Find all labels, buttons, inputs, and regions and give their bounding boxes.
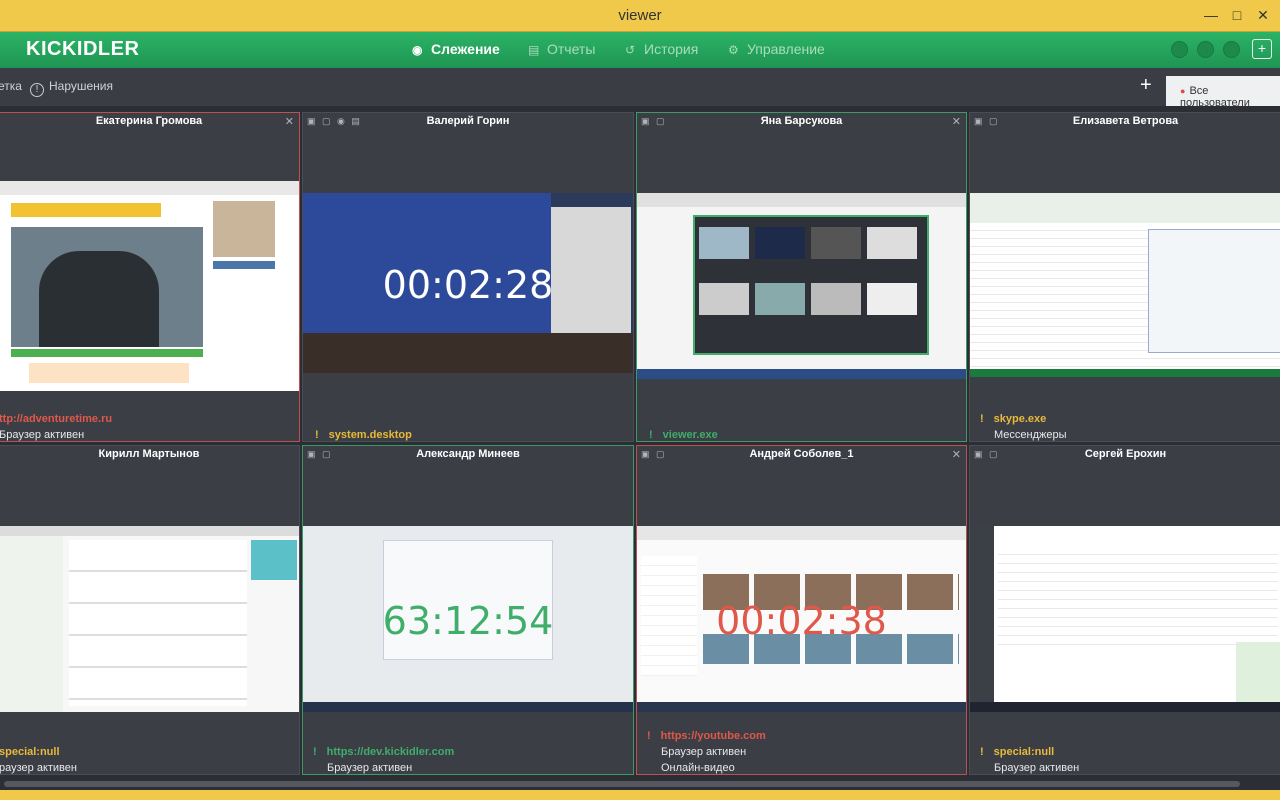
- maximize-button[interactable]: □: [1226, 4, 1248, 26]
- idle-timer: 00:02:28: [382, 263, 554, 307]
- violations-filter[interactable]: ! Нарушения: [30, 79, 113, 97]
- user-name: Валерий Горин: [426, 115, 510, 127]
- close-window-button[interactable]: ✕: [1252, 4, 1274, 26]
- user-tile[interactable]: Екатерина Громова ✕ ttp://adventuretime.…: [0, 112, 300, 442]
- screenshot[interactable]: 00:02:28: [303, 193, 633, 373]
- activity-category: Онлайн-видео: [661, 762, 735, 774]
- activity-category: Браузер активен: [994, 762, 1080, 774]
- status-indicator-3: [1223, 41, 1240, 58]
- user-name: Сергей Ерохин: [1084, 448, 1167, 460]
- screenshot[interactable]: [637, 193, 966, 379]
- user-tile[interactable]: ▣ ▢ Андрей Соболев_1 ✕ 00:02:38 ! https:/…: [636, 445, 967, 775]
- toolbar: етка ! Нарушения +: [0, 68, 1280, 106]
- close-icon[interactable]: ✕: [285, 115, 294, 128]
- active-app-text: special:null: [993, 746, 1055, 758]
- user-name: Яна Барсукова: [760, 115, 843, 127]
- user-name: Кирилл Мартынов: [98, 448, 200, 460]
- screenshot[interactable]: 63:12:54: [303, 526, 633, 712]
- users-filter-button[interactable]: ● Все пользователи: [1166, 76, 1280, 109]
- screenshot[interactable]: [970, 526, 1280, 712]
- user-tile[interactable]: ▣ ▢ Александр Минеев 63:12:54 ! https://d…: [302, 445, 634, 775]
- add-button[interactable]: +: [1140, 74, 1152, 97]
- activity-category: Браузер активен: [0, 429, 85, 441]
- minimize-button[interactable]: —: [1200, 4, 1222, 26]
- browser-status: Браузер активен: [661, 746, 747, 758]
- user-tile[interactable]: ▣ ▢ Яна Барсукова ✕ ! viewer.exe: [636, 112, 967, 442]
- active-app-text: system.desktop: [328, 429, 412, 441]
- tab-management-label: Управление: [747, 41, 825, 57]
- red-dot-icon: ●: [1180, 86, 1186, 96]
- tab-monitoring[interactable]: ◉ Слежение: [412, 41, 500, 57]
- active-app-text: skype.exe: [993, 413, 1047, 425]
- horizontal-scrollbar[interactable]: [0, 778, 1280, 790]
- active-app-text: viewer.exe: [662, 429, 718, 441]
- active-app: ! system.desktop: [315, 429, 412, 441]
- window-title: viewer: [618, 7, 662, 24]
- user-name: Александр Минеев: [416, 448, 520, 460]
- tab-history[interactable]: ↺ История: [625, 41, 698, 57]
- user-name: Андрей Соболев_1: [749, 448, 854, 460]
- grid-view-item[interactable]: етка: [0, 79, 22, 93]
- user-name: Елизавета Ветрова: [1072, 115, 1179, 127]
- screenshot[interactable]: [970, 193, 1280, 377]
- idle-timer: 63:12:54: [382, 599, 554, 643]
- user-tile[interactable]: ▣ ▢ Сергей Ерохин ! special:null Браузер …: [969, 445, 1280, 775]
- activity-category: раузер активен: [0, 762, 77, 774]
- tab-history-label: История: [644, 41, 699, 57]
- screenshot[interactable]: [0, 181, 299, 391]
- warning-icon: !: [30, 83, 44, 97]
- gear-icon: ⚙: [728, 43, 739, 57]
- close-icon[interactable]: ✕: [952, 115, 961, 128]
- kickidler-logo: KICKIDLER: [26, 38, 140, 60]
- status-indicator-2: [1197, 41, 1214, 58]
- status-indicator-1: [1171, 41, 1188, 58]
- main-nav: KICKIDLER ◉ Слежение ▤ Отчеты ↺ История ⚙ Уп…: [0, 32, 1280, 68]
- active-app: ! special:null: [980, 746, 1055, 758]
- active-app: ! https://dev.kickidler.com: [313, 746, 455, 758]
- screenshot[interactable]: 00:02:38: [637, 526, 966, 712]
- eye-icon: ◉: [412, 43, 423, 57]
- tab-reports-label: Отчеты: [547, 41, 596, 57]
- active-app-text: https://youtube.com: [660, 730, 766, 742]
- window-titlebar: viewer — □ ✕: [0, 0, 1280, 32]
- monitor-grid: Екатерина Громова ✕ ttp://adventuretime.…: [0, 106, 1280, 778]
- user-name: Екатерина Громова: [95, 115, 203, 127]
- history-icon: ↺: [625, 43, 636, 57]
- scrollbar-thumb[interactable]: [4, 781, 1240, 787]
- screenshot[interactable]: [0, 526, 299, 712]
- user-tile[interactable]: Кирилл Мартынов special:null раузер акти…: [0, 445, 300, 775]
- active-app: ttp://adventuretime.ru: [0, 413, 113, 425]
- violations-label: Нарушения: [49, 79, 114, 93]
- active-app: special:null: [0, 746, 60, 758]
- add-window-button[interactable]: +: [1252, 39, 1272, 59]
- window-bottom-edge: [0, 790, 1280, 800]
- active-app: ! skype.exe: [980, 413, 1047, 425]
- tab-monitoring-label: Слежение: [431, 41, 500, 57]
- active-app: ! https://youtube.com: [647, 730, 766, 742]
- tab-management[interactable]: ⚙ Управление: [728, 41, 825, 57]
- active-app: ! viewer.exe: [649, 429, 718, 441]
- idle-timer: 00:02:38: [716, 599, 887, 643]
- activity-category: Мессенджеры: [994, 429, 1067, 441]
- user-tile[interactable]: ▣ ▢ Елизавета Ветрова ! skype.exe Мессенд…: [969, 112, 1280, 442]
- tab-reports[interactable]: ▤ Отчеты: [528, 41, 595, 57]
- activity-category: Браузер активен: [327, 762, 413, 774]
- user-tile[interactable]: ▣ ▢ ◉ ▤ Валерий Горин 00:02:28 ! system.d…: [302, 112, 634, 442]
- close-icon[interactable]: ✕: [952, 448, 961, 461]
- document-icon: ▤: [528, 43, 540, 57]
- active-app-text: https://dev.kickidler.com: [326, 746, 455, 758]
